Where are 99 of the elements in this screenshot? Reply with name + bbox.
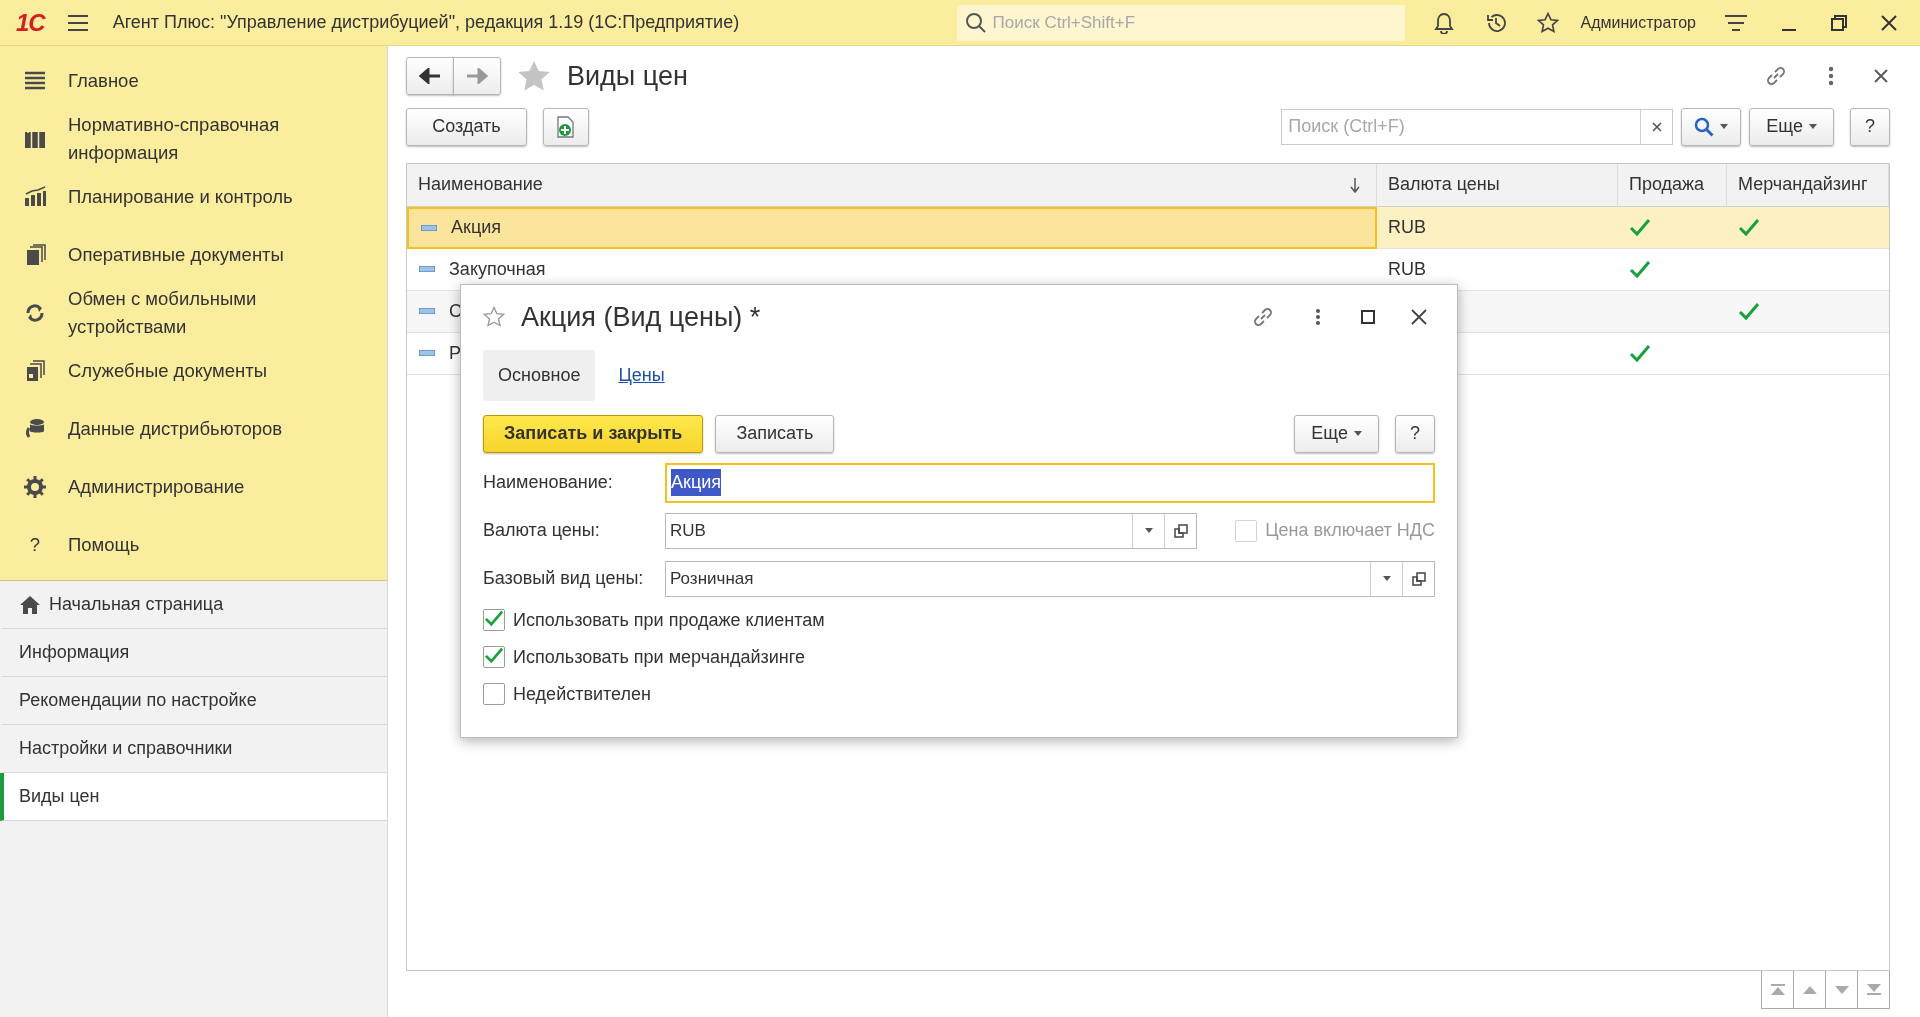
save-close-button[interactable]: Записать и закрыть [483, 414, 704, 453]
window-title: Агент Плюс: "Управление дистрибуцией", редакция 1.19 (1С:Предприятие) [112, 11, 740, 34]
open-page-tab[interactable]: Рекомендации по настройке [0, 677, 387, 725]
tab[interactable]: Цены [603, 349, 680, 401]
help-button[interactable]: ? [1850, 107, 1890, 146]
name-field[interactable]: Акция [665, 462, 1435, 503]
dialog-title: Акция (Вид цены) * [521, 301, 761, 334]
table-cell-text: Р [449, 341, 461, 365]
user-name[interactable]: Администратор [1580, 10, 1696, 35]
checkbox[interactable]: Недействителен [483, 680, 1435, 708]
star-icon[interactable] [1536, 11, 1559, 34]
arrow-left-icon [419, 68, 441, 85]
menu-icon[interactable] [66, 12, 89, 33]
open-icon[interactable] [1411, 571, 1426, 586]
caret-icon [1809, 124, 1817, 129]
help-glyph: ? [29, 533, 41, 558]
history-icon[interactable] [1484, 11, 1507, 34]
field-label: Базовый вид цены: [483, 567, 645, 590]
section-item[interactable]: Администрирование [0, 458, 387, 516]
logo: 1С [16, 7, 45, 38]
star-icon[interactable] [483, 306, 505, 329]
base-price-field[interactable]: Розничная [665, 560, 1435, 597]
star-icon[interactable] [517, 60, 551, 93]
close-icon[interactable] [1411, 309, 1427, 326]
row-marker-icon [419, 350, 435, 356]
section-item[interactable]: Обмен с мобильными устройствами [0, 284, 387, 342]
dropdown-caret-icon[interactable] [1382, 576, 1391, 581]
section-item[interactable]: Служебные документы [0, 342, 387, 400]
table-cell-text: Акция [451, 216, 501, 239]
open-page-tab[interactable]: Виды цен [0, 773, 387, 821]
list-icon [24, 70, 46, 92]
document-add-icon [556, 115, 576, 138]
caret-icon [1354, 431, 1362, 436]
more-button[interactable]: Еще [1294, 414, 1379, 453]
bar-chart-icon [24, 186, 46, 208]
open-page-tab[interactable]: Информация [0, 629, 387, 677]
more-icon[interactable] [1828, 66, 1834, 87]
row-marker-icon [419, 266, 435, 272]
more-button[interactable]: Еще [1749, 107, 1834, 146]
column-header[interactable]: Наименование [407, 163, 1377, 207]
column-header[interactable]: Валюта цены [1377, 163, 1618, 207]
close-icon[interactable] [1880, 13, 1898, 32]
field-label: Валюта цены: [483, 519, 601, 542]
more-icon[interactable] [1315, 308, 1321, 327]
search-field[interactable]: Поиск (Ctrl+F) [1281, 108, 1674, 145]
currency-field[interactable]: RUB [665, 512, 1197, 549]
search-input[interactable]: Поиск (Ctrl+F) [1282, 113, 1641, 140]
check-icon [484, 646, 504, 664]
last-icon [1865, 984, 1882, 995]
documents-icon [24, 244, 46, 266]
settings-icon[interactable] [1724, 12, 1748, 33]
database-icon [24, 418, 46, 440]
home-icon [19, 594, 41, 615]
sort-down-icon [1350, 176, 1360, 193]
open-icon[interactable] [1173, 523, 1188, 538]
page-title: Виды цен [567, 60, 688, 93]
search-button[interactable] [1681, 107, 1742, 146]
row-marker-icon [421, 224, 437, 231]
dropdown-caret-icon[interactable] [1144, 528, 1153, 533]
restore-icon[interactable] [1830, 13, 1848, 32]
section-item[interactable]: ? Помощь [0, 516, 387, 574]
column-header[interactable]: Мерчандайзинг [1727, 163, 1889, 207]
gear-icon [24, 476, 46, 498]
up-icon [1801, 984, 1818, 995]
table-cell-text: RUB [1388, 215, 1426, 239]
save-button[interactable]: Записать [715, 414, 835, 453]
clear-icon[interactable] [1651, 121, 1662, 132]
first-icon [1769, 984, 1786, 995]
section-item[interactable]: Нормативно-справочная информация [0, 110, 387, 168]
check-icon [484, 609, 504, 627]
documents-icon [24, 360, 46, 382]
create-button[interactable]: Создать [406, 107, 527, 146]
section-item[interactable]: Данные дистрибьюторов [0, 400, 387, 458]
caret-icon [1720, 124, 1729, 129]
section-item[interactable]: Главное [0, 52, 387, 110]
table-cell-text: RUB [1388, 257, 1426, 281]
search-icon [1694, 116, 1715, 137]
section-item[interactable]: Планирование и контроль [0, 168, 387, 226]
bell-icon[interactable] [1432, 11, 1455, 34]
row-marker-icon [419, 308, 435, 314]
copy-button[interactable] [543, 107, 589, 146]
checkbox[interactable]: Использовать при мерчандайзинге [483, 643, 1435, 671]
table-cell-text: Закупочная [449, 257, 546, 281]
checkbox[interactable]: Использовать при продаже клиентам [483, 606, 1435, 634]
close-icon[interactable] [1874, 69, 1888, 84]
refresh-icon [24, 302, 46, 324]
section-item[interactable]: Оперативные документы [0, 226, 387, 284]
field-label: Наименование: [483, 471, 614, 494]
open-page-tab[interactable]: Начальная страница [0, 581, 387, 629]
tab[interactable]: Основное [483, 349, 596, 401]
search-icon [964, 11, 987, 34]
search-input[interactable]: Поиск Ctrl+Shift+F [990, 8, 1397, 37]
column-header[interactable]: Продажа [1618, 163, 1727, 207]
back-button[interactable] [406, 57, 454, 96]
arrow-right-icon [466, 68, 488, 85]
help-button[interactable]: ? [1395, 414, 1435, 453]
search-field[interactable]: Поиск Ctrl+Shift+F [956, 4, 1405, 41]
down-icon [1833, 984, 1850, 995]
maximize-icon[interactable] [1361, 310, 1375, 325]
